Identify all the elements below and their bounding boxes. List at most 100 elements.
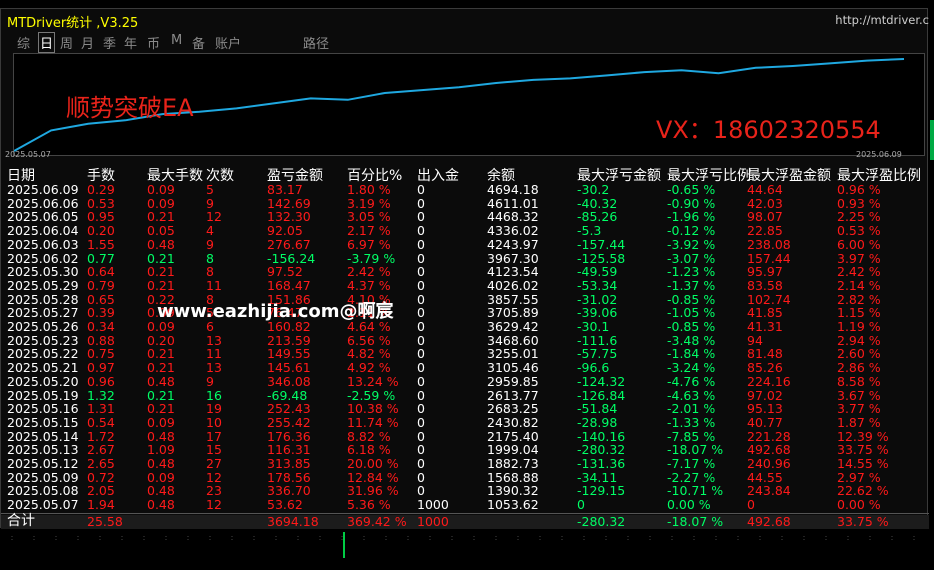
cell-bal: 2613.77 xyxy=(487,387,539,403)
cell-io: 0 xyxy=(417,305,425,321)
table-row: 2025.05.30 0.64 0.21 8 97.52 2.42 % 0 4123.54 -4… xyxy=(1,265,929,279)
cell-pct: 2.17 % xyxy=(347,223,391,239)
cell-pct: 1.80 % xyxy=(347,182,391,197)
cell-fl_amt: -28.98 xyxy=(577,414,618,430)
cell-lots: 0.53 xyxy=(87,195,115,211)
cell-fp_pct: 3.97 % xyxy=(837,250,881,266)
cell-fp_pct: 2.42 % xyxy=(837,264,881,280)
cell-fp_pct: 2.94 % xyxy=(837,332,881,348)
cell-date: 2025.05.29 xyxy=(7,277,79,293)
cell-max_lots: 0.48 xyxy=(147,483,175,499)
cell-date: 2025.06.02 xyxy=(7,250,79,266)
cell-fl_amt: -280.32 xyxy=(577,442,626,458)
table-row: 2025.06.03 1.55 0.48 9 276.67 6.97 % 0 4243.97 -… xyxy=(1,238,929,252)
cell-bal: 3255.01 xyxy=(487,346,539,362)
table-row: 2025.05.27 0.39 0.09 5 76.47 2.11 % 0 3705.89 -3… xyxy=(1,306,929,320)
cell-max_lots: 0.21 xyxy=(147,250,175,266)
cell-io: 0 xyxy=(417,428,425,444)
table-row: 2025.05.07 1.94 0.48 12 53.62 5.36 % 1000 1053.… xyxy=(1,498,929,512)
cell-fp_amt: 95.13 xyxy=(747,401,783,417)
table-row: 2025.05.19 1.32 0.21 16 -69.48 -2.59 % 0 2613.7… xyxy=(1,387,929,403)
cell-fl_pct: -4.76 % xyxy=(667,373,716,389)
cell-count: 9 xyxy=(206,373,214,389)
tab-6[interactable]: 币 xyxy=(147,33,160,52)
cell-bal: 1390.32 xyxy=(487,483,539,499)
cell-io: 0 xyxy=(417,469,425,485)
cell-lots: 0.34 xyxy=(87,319,115,334)
tab-8[interactable]: 备 xyxy=(192,33,205,52)
cell-count: 19 xyxy=(206,401,222,417)
cell-pnl: 276.67 xyxy=(267,236,311,252)
cell-fl_amt: 0 xyxy=(577,497,585,513)
cell-fp_amt: 83.58 xyxy=(747,277,783,293)
cell-fp_amt: 44.64 xyxy=(747,182,783,197)
cell-fp_pct: 6.00 % xyxy=(837,236,881,252)
cell-bal: 4336.02 xyxy=(487,223,539,239)
cell-pct: 3.05 % xyxy=(347,209,391,225)
cell-pnl: 213.59 xyxy=(267,332,311,348)
tab-0[interactable]: 综 xyxy=(17,33,30,52)
cell-count: 9 xyxy=(206,236,214,252)
ea-name-watermark: 顺势突破EA xyxy=(66,94,194,122)
cell-max_lots: 0.20 xyxy=(147,332,175,348)
cell-pct: -3.79 % xyxy=(347,250,396,266)
cell-date: 2025.05.08 xyxy=(7,483,79,499)
cell-pnl: 176.36 xyxy=(267,428,311,444)
cell-fl_pct: -10.71 % xyxy=(667,483,724,499)
cell-io: 0 xyxy=(417,264,425,280)
cell-fl_amt: -124.32 xyxy=(577,373,626,389)
table-row: 2025.05.12 2.65 0.48 27 313.85 20.00 % 0 1882.7… xyxy=(1,457,929,471)
cell-fp_pct: 2.82 % xyxy=(837,291,881,307)
cell-pnl: -156.24 xyxy=(267,250,316,266)
cell-count: 12 xyxy=(206,497,222,513)
cell-lots: 0.54 xyxy=(87,414,115,430)
cell-fp_pct: 3.67 % xyxy=(837,387,881,403)
cell-lots: 0.64 xyxy=(87,264,115,280)
tab-2[interactable]: 周 xyxy=(60,33,73,52)
tab-5[interactable]: 年 xyxy=(124,33,137,52)
cell-date: 2025.06.06 xyxy=(7,195,79,211)
cell-max_lots: 0.21 xyxy=(147,264,175,280)
cell-pnl: 145.61 xyxy=(267,360,311,376)
cell-max_lots: 1.09 xyxy=(147,442,175,458)
cell-io: 0 xyxy=(417,483,425,499)
cell-count: 16 xyxy=(206,387,222,403)
cell-count: 11 xyxy=(206,277,222,293)
cell-fl_amt: -140.16 xyxy=(577,428,626,444)
cell-fl_pct: -0.65 % xyxy=(667,182,716,197)
cell-date: 2025.05.21 xyxy=(7,360,79,376)
cell-fp_amt: 98.07 xyxy=(747,209,783,225)
tab-3[interactable]: 月 xyxy=(81,33,94,52)
cell-io: 0 xyxy=(417,373,425,389)
cell-lots: 2.05 xyxy=(87,483,115,499)
cell-fl_pct: -7.85 % xyxy=(667,428,716,444)
tab-7[interactable]: M xyxy=(171,33,182,48)
right-edge-marker xyxy=(930,120,934,160)
cell-pct: 6.18 % xyxy=(347,442,391,458)
cell-lots: 1.94 xyxy=(87,497,115,513)
cell-fl_amt: -111.6 xyxy=(577,332,618,348)
cell-pct: 5.36 % xyxy=(347,497,391,513)
cell-count: 23 xyxy=(206,483,222,499)
tab-9[interactable]: 账户 xyxy=(215,33,241,52)
table-row: 2025.05.26 0.34 0.09 6 160.82 4.64 % 0 3629.42-… xyxy=(1,320,929,334)
cell-max_lots: 0.21 xyxy=(147,387,175,403)
cell-fp_amt: 221.28 xyxy=(747,428,791,444)
cell-pct: 11.74 % xyxy=(347,414,399,430)
cell-fp_pct: 14.55 % xyxy=(837,456,889,471)
website-url[interactable]: http://mtdriver.c xyxy=(835,13,929,27)
tab-1[interactable]: 日 xyxy=(38,32,56,53)
cell-lots: 1.32 xyxy=(87,387,115,403)
cell-fp_pct: 2.60 % xyxy=(837,346,881,362)
cell-date: 2025.05.22 xyxy=(7,346,79,362)
table-row: 2025.05.14 1.72 0.48 17 176.36 8.82 % 0 2175.40… xyxy=(1,428,929,444)
cell-fp_pct: 0.96 % xyxy=(837,182,881,197)
cell-io: 0 xyxy=(417,195,425,211)
cell-pct: 8.82 % xyxy=(347,428,391,444)
cell-count: 8 xyxy=(206,264,214,280)
cell-lots: 0.97 xyxy=(87,360,115,376)
tab-10[interactable]: 路径 xyxy=(303,33,329,52)
cell-fp_amt: 40.77 xyxy=(747,414,783,430)
tab-4[interactable]: 季 xyxy=(103,33,116,52)
cell-fl_amt: -39.06 xyxy=(577,305,618,321)
